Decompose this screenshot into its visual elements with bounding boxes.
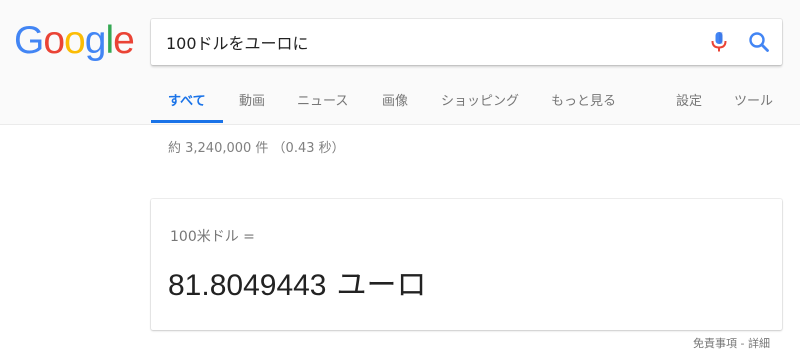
converter-unit: ユーロ xyxy=(336,269,427,302)
result-stats: 約 3,240,000 件 （0.43 秒） xyxy=(168,141,345,156)
converter-amount: 81.8049443 xyxy=(168,269,327,302)
search-tabs: すべて 動画 ニュース 画像 ショッピング もっと見る 設定 ツール xyxy=(0,76,800,124)
search-box xyxy=(151,19,782,65)
search-input[interactable] xyxy=(166,19,686,65)
converter-result: 81.8049443 ユーロ xyxy=(168,260,427,304)
tab-all[interactable]: すべて xyxy=(168,90,206,109)
tab-images[interactable]: 画像 xyxy=(382,90,408,109)
logo-letter-e: e xyxy=(113,19,135,62)
tab-shopping[interactable]: ショッピング xyxy=(441,90,519,109)
currency-converter-card: 100米ドル = 81.8049443 ユーロ xyxy=(151,199,782,330)
footer-separator: - xyxy=(737,337,748,350)
active-tab-indicator xyxy=(151,120,223,123)
logo-letter-g: G xyxy=(14,19,44,62)
tab-news[interactable]: ニュース xyxy=(297,90,348,109)
disclaimer-link[interactable]: 免責事項 xyxy=(693,337,737,350)
magnifier-icon[interactable] xyxy=(748,31,770,53)
google-logo[interactable]: G o o g l e xyxy=(14,19,135,63)
tab-tools[interactable]: ツール xyxy=(734,90,773,109)
microphone-icon[interactable] xyxy=(710,31,728,53)
logo-letter-o2: o xyxy=(64,19,86,62)
card-footer-links: 免責事項 - 詳細 xyxy=(693,335,770,351)
tab-more[interactable]: もっと見る xyxy=(551,90,616,109)
header: G o o g l e すべて 動画 ニュース 画像 ショッピング もっと見る … xyxy=(0,0,800,125)
details-link[interactable]: 詳細 xyxy=(748,337,770,350)
logo-letter-o1: o xyxy=(43,19,65,62)
converter-from-label: 100米ドル = xyxy=(170,229,255,245)
logo-letter-l: l xyxy=(105,19,114,62)
tab-videos[interactable]: 動画 xyxy=(239,90,265,109)
logo-letter-g2: g xyxy=(84,19,107,62)
tab-settings[interactable]: 設定 xyxy=(676,90,702,109)
